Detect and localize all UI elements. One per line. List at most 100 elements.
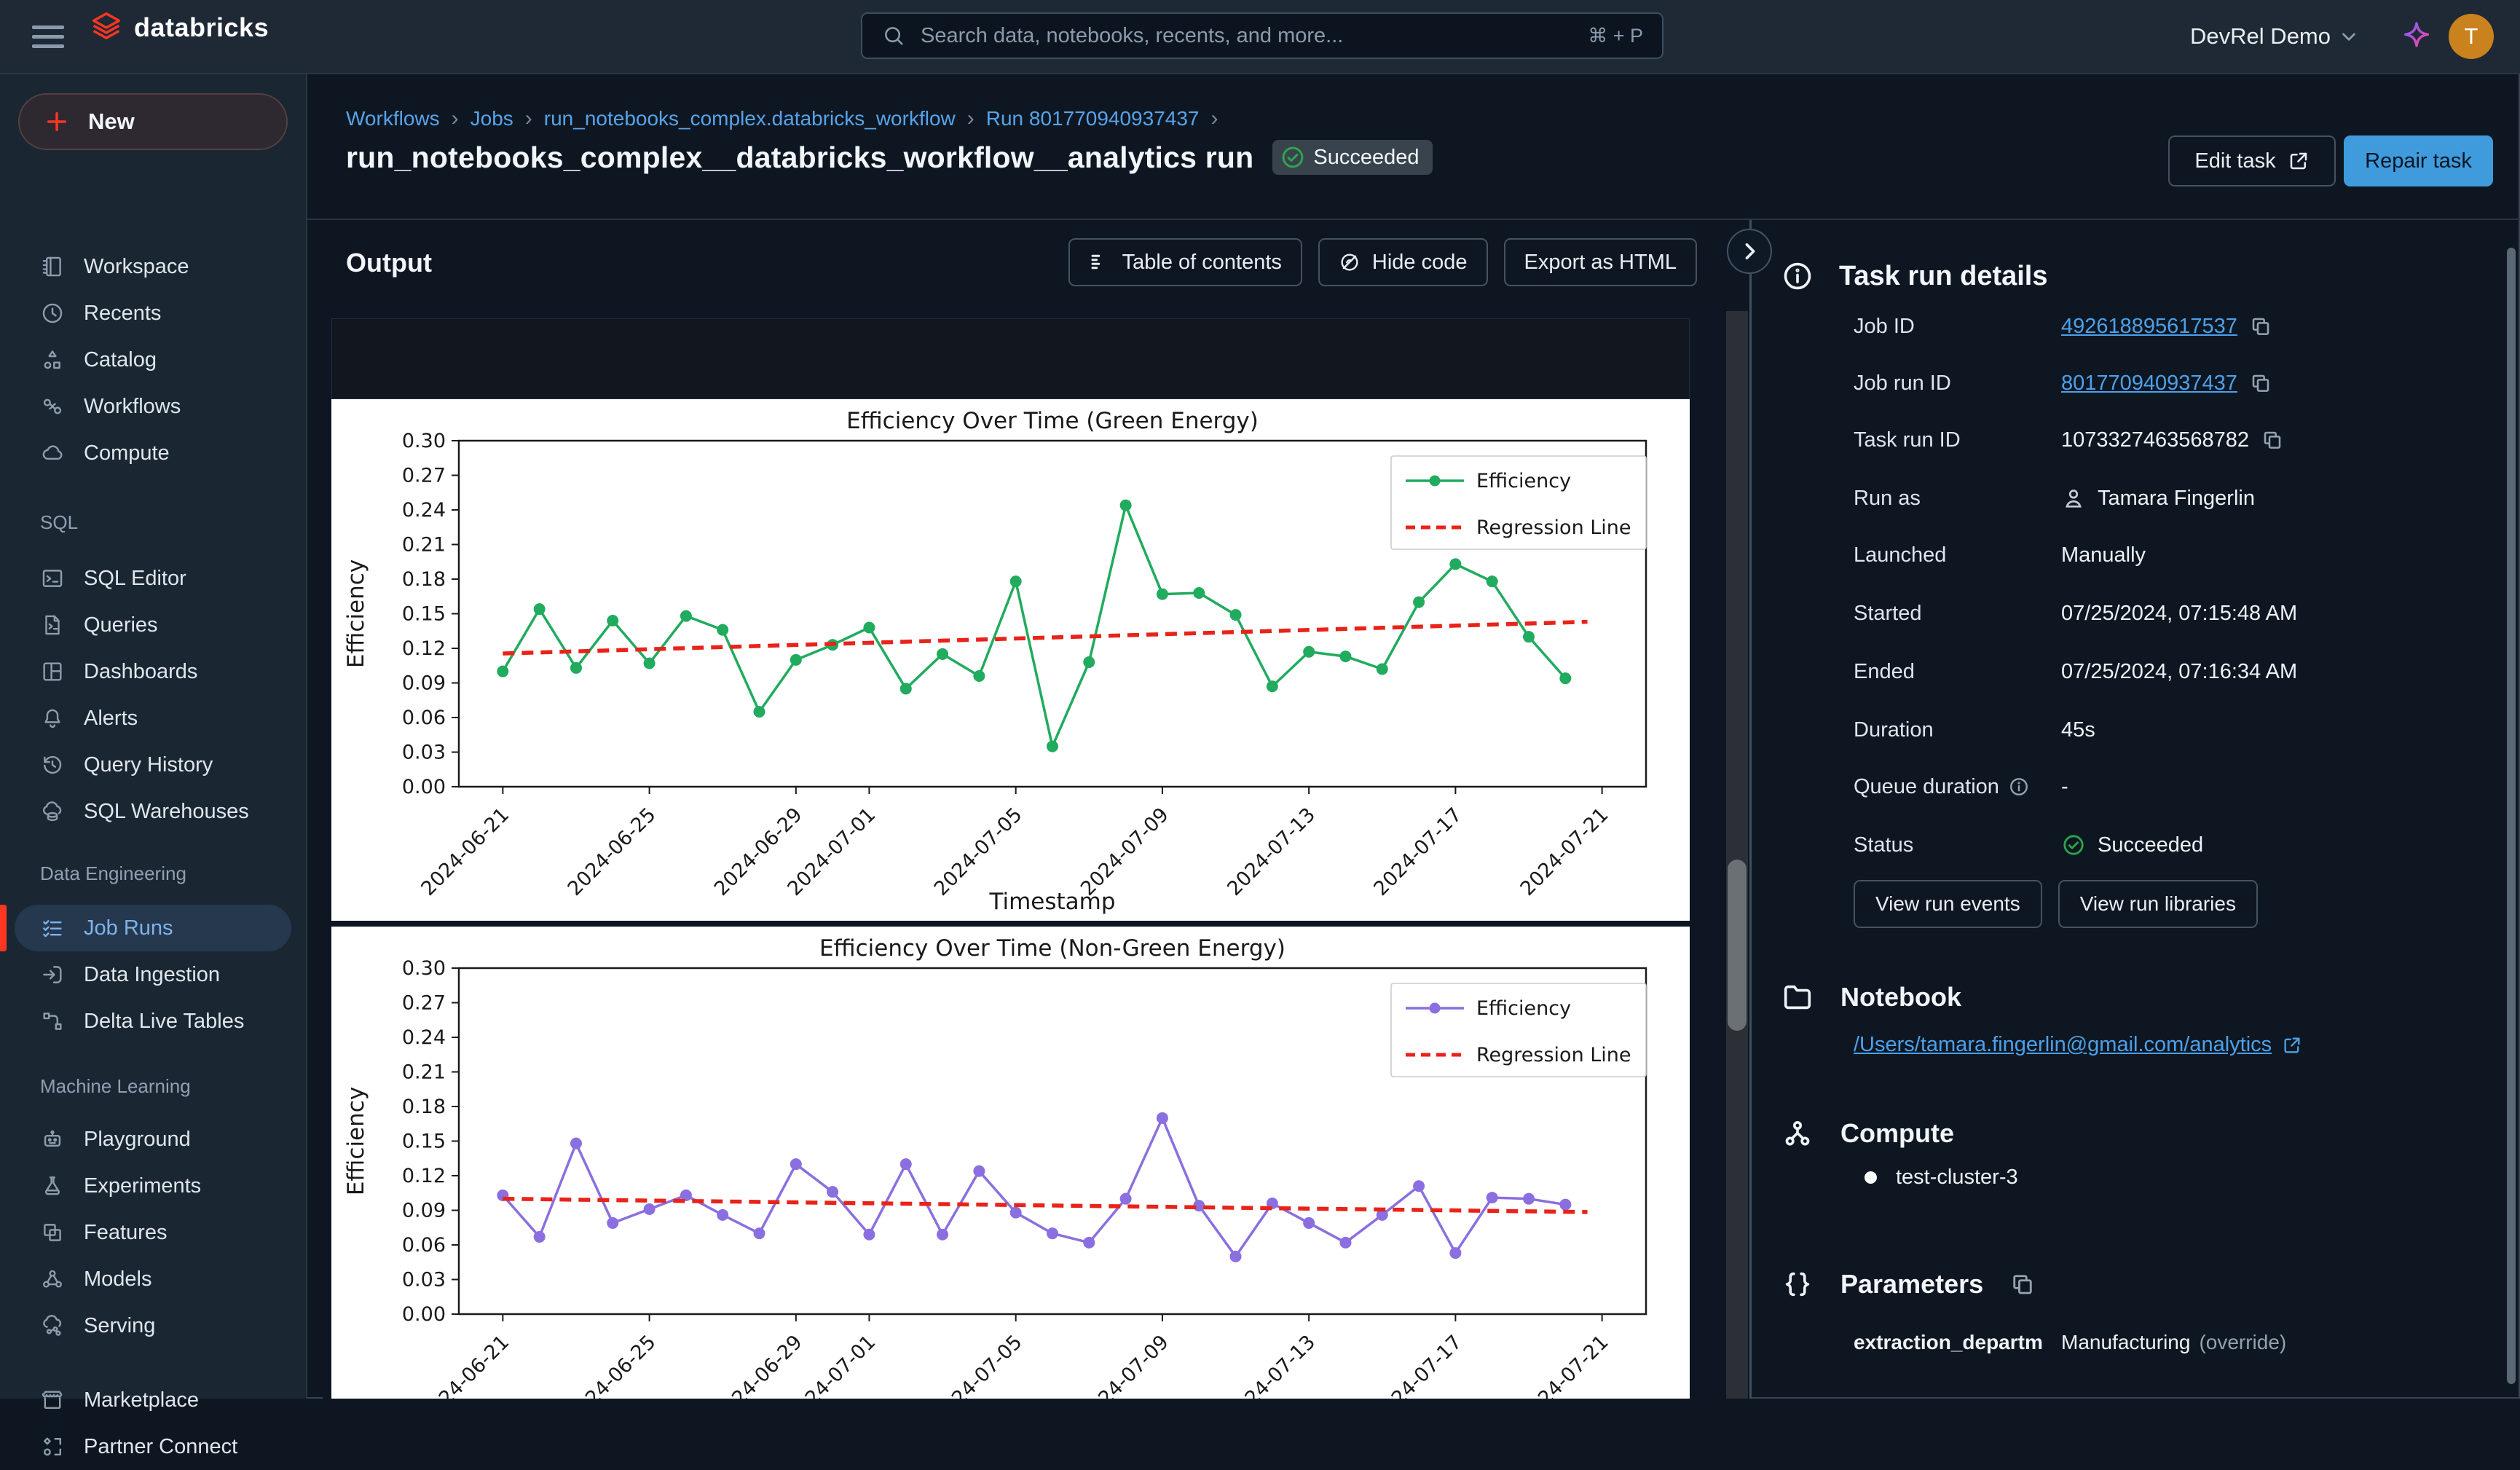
output-scrollbar-thumb[interactable] bbox=[1728, 860, 1747, 1031]
svg-text:0.15: 0.15 bbox=[402, 603, 446, 626]
sidebar-item-label: Playground bbox=[84, 1128, 191, 1152]
sidebar-item-label: Marketplace bbox=[84, 1388, 199, 1412]
databricks-logo[interactable]: databricks bbox=[89, 10, 269, 45]
svg-text:0.27: 0.27 bbox=[402, 465, 446, 487]
sidebar-item-models[interactable]: Models bbox=[15, 1256, 291, 1302]
header-divider bbox=[306, 219, 2520, 220]
sidebar-item-serving[interactable]: Serving bbox=[15, 1302, 291, 1349]
collapsed-code-cell[interactable] bbox=[331, 318, 1690, 399]
svg-text:Efficiency: Efficiency bbox=[1476, 470, 1571, 492]
sidebar-item-compute[interactable]: Compute bbox=[15, 430, 291, 476]
assistant-sparkle-icon[interactable] bbox=[2399, 19, 2434, 54]
sidebar-item-workspace[interactable]: Workspace bbox=[15, 243, 291, 290]
collapse-panel-button[interactable] bbox=[1727, 229, 1772, 274]
workspace-switcher[interactable]: DevRel Demo bbox=[2190, 0, 2360, 73]
job-run-id-link[interactable]: 801770940937437 bbox=[2061, 372, 2237, 396]
sidebar-section-sql: SQL bbox=[15, 511, 291, 534]
view-run-events-button[interactable]: View run events bbox=[1854, 880, 2042, 928]
chart-green-energy: Efficiency Over Time (Green Energy)0.000… bbox=[331, 399, 1690, 921]
notebook-path-link[interactable]: /Users/tamara.fingerlin@gmail.com/analyt… bbox=[1854, 1033, 2272, 1057]
cluster-name: test-cluster-3 bbox=[1896, 1166, 2018, 1190]
detail-row-run-as: Run asTamara Fingerlin bbox=[1854, 474, 2495, 522]
toc-icon bbox=[1089, 251, 1111, 273]
sidebar-item-label: Alerts bbox=[84, 707, 138, 731]
marketplace-icon bbox=[40, 1388, 65, 1412]
braces-icon bbox=[1781, 1267, 1814, 1301]
svg-text:Efficiency: Efficiency bbox=[343, 559, 369, 668]
breadcrumb-link-jobs[interactable]: Jobs bbox=[470, 107, 513, 130]
sidebar-item-catalog[interactable]: Catalog bbox=[15, 337, 291, 383]
data-ingestion-icon bbox=[40, 962, 65, 987]
global-search: ⌘ + P bbox=[861, 12, 1663, 59]
svg-text:Efficiency Over Time (Green En: Efficiency Over Time (Green Energy) bbox=[846, 408, 1259, 434]
user-avatar[interactable]: T bbox=[2449, 14, 2494, 59]
sidebar-item-experiments[interactable]: Experiments bbox=[15, 1163, 291, 1209]
job-id-copy-button[interactable] bbox=[2249, 315, 2272, 338]
external-link-icon bbox=[2282, 1035, 2302, 1056]
sidebar-item-query-history[interactable]: Query History bbox=[15, 742, 291, 788]
hide-code-button[interactable]: Hide code bbox=[1318, 238, 1488, 286]
svg-text:0.15: 0.15 bbox=[402, 1131, 446, 1153]
breadcrumb-link-run-801770940937437[interactable]: Run 801770940937437 bbox=[986, 107, 1200, 130]
parameters-section-title: Parameters bbox=[1840, 1269, 1983, 1300]
sidebar-item-job-runs[interactable]: Job Runs bbox=[15, 905, 291, 951]
parameters-copy-button[interactable] bbox=[2009, 1271, 2036, 1297]
page-scrollbar-thumb[interactable] bbox=[2507, 248, 2516, 1384]
output-scrollbar-track bbox=[1726, 311, 1748, 1399]
sidebar-section-data-engineering: Data Engineering bbox=[15, 862, 291, 885]
breadcrumb-separator: › bbox=[1210, 106, 1218, 131]
svg-text:0.27: 0.27 bbox=[402, 992, 446, 1015]
sidebar-item-sql-warehouses[interactable]: SQL Warehouses bbox=[15, 788, 291, 835]
cluster-icon bbox=[1781, 1117, 1814, 1150]
detail-row-started: Started07/25/2024, 07:15:48 AM bbox=[1854, 589, 2495, 637]
svg-text:0.00: 0.00 bbox=[402, 1303, 446, 1326]
status-badge: Succeeded bbox=[1272, 140, 1432, 175]
databricks-job-run-page: databricks ⌘ + P DevRel Demo bbox=[0, 0, 2520, 1399]
svg-text:0.06: 0.06 bbox=[402, 707, 446, 729]
cluster-item[interactable]: test-cluster-3 bbox=[1865, 1166, 2018, 1190]
sidebar-toggle-button[interactable] bbox=[32, 20, 73, 52]
breadcrumb: Workflows›Jobs›run_notebooks_complex.dat… bbox=[346, 106, 1218, 131]
launched-label: Launched bbox=[1854, 543, 2061, 567]
sidebar-item-label: Workflows bbox=[84, 395, 181, 419]
svg-text:0.21: 0.21 bbox=[402, 534, 446, 557]
export-as-html-button[interactable]: Export as HTML bbox=[1504, 238, 1698, 286]
check-circle-icon bbox=[1280, 144, 1306, 170]
notebook-section-title: Notebook bbox=[1840, 982, 1961, 1013]
breadcrumb-link-workflows[interactable]: Workflows bbox=[346, 107, 440, 130]
edit-task-button[interactable]: Edit task bbox=[2168, 135, 2336, 186]
sidebar-item-workflows[interactable]: Workflows bbox=[15, 383, 291, 430]
breadcrumb-link-run-notebooks-complex-databricks-workflow[interactable]: run_notebooks_complex.databricks_workflo… bbox=[544, 107, 956, 130]
task-run-id-copy-button[interactable] bbox=[2261, 428, 2284, 452]
job-id-link[interactable]: 492618895617537 bbox=[2061, 315, 2237, 339]
table-of-contents-button[interactable]: Table of contents bbox=[1068, 238, 1302, 286]
svg-text:0.12: 0.12 bbox=[402, 1165, 446, 1187]
sidebar-item-queries[interactable]: Queries bbox=[15, 602, 291, 648]
sidebar-item-partner-connect[interactable]: Partner Connect bbox=[15, 1423, 291, 1470]
experiments-icon bbox=[40, 1174, 65, 1198]
job-run-id-copy-button[interactable] bbox=[2249, 372, 2272, 395]
queries-icon bbox=[40, 613, 65, 637]
sidebar-item-playground[interactable]: Playground bbox=[15, 1116, 291, 1163]
detail-row-queue-duration: Queue duration- bbox=[1854, 763, 2495, 811]
info-icon[interactable] bbox=[2008, 776, 2030, 798]
compute-section-title: Compute bbox=[1840, 1118, 1954, 1149]
search-input[interactable] bbox=[919, 23, 1575, 49]
svg-text:0.03: 0.03 bbox=[402, 1269, 446, 1292]
new-button[interactable]: New bbox=[18, 93, 288, 150]
sidebar-item-marketplace[interactable]: Marketplace bbox=[15, 1377, 291, 1423]
sidebar-item-delta-live-tables[interactable]: Delta Live Tables bbox=[15, 998, 291, 1045]
alerts-icon bbox=[40, 706, 65, 731]
sidebar-item-features[interactable]: Features bbox=[15, 1209, 291, 1256]
sidebar-item-dashboards[interactable]: Dashboards bbox=[15, 648, 291, 695]
sidebar-item-alerts[interactable]: Alerts bbox=[15, 695, 291, 742]
parameter-key: extraction_departm bbox=[1854, 1331, 2061, 1354]
sidebar-item-data-ingestion[interactable]: Data Ingestion bbox=[15, 951, 291, 998]
view-run-libraries-button[interactable]: View run libraries bbox=[2058, 880, 2258, 928]
queue-duration-label: Queue duration bbox=[1854, 775, 2061, 799]
sidebar-item-recents[interactable]: Recents bbox=[15, 290, 291, 337]
started-label: Started bbox=[1854, 602, 2061, 626]
sidebar-item-sql-editor[interactable]: SQL Editor bbox=[15, 555, 291, 602]
repair-task-button[interactable]: Repair task bbox=[2344, 135, 2493, 186]
svg-text:0.30: 0.30 bbox=[402, 957, 446, 980]
